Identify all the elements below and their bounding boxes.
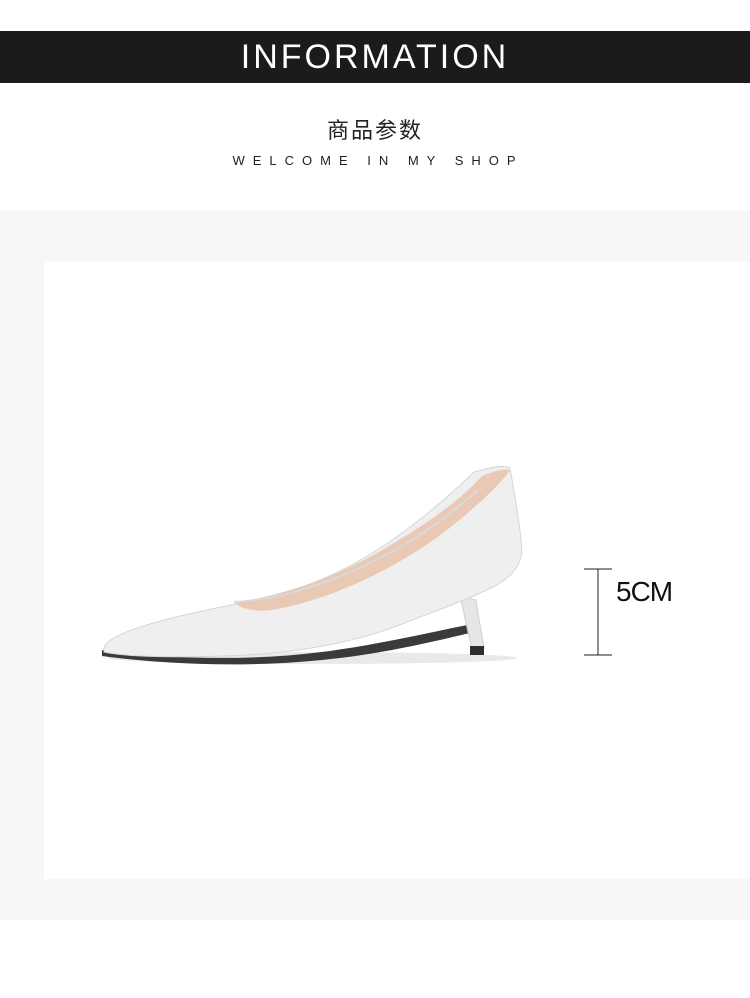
product-panel: 5CM [44,262,750,879]
information-banner: INFORMATION [0,31,750,83]
shoe-image [102,465,523,665]
shoe-heel [459,595,485,649]
height-measure-icon [584,568,612,656]
heel-tip [470,646,484,655]
banner-title: INFORMATION [240,37,510,76]
section-subtitle: WELCOME IN MY SHOP [232,153,524,168]
section-title: 商品参数 [326,119,423,144]
heel-height-label: 5CM [616,576,673,607]
